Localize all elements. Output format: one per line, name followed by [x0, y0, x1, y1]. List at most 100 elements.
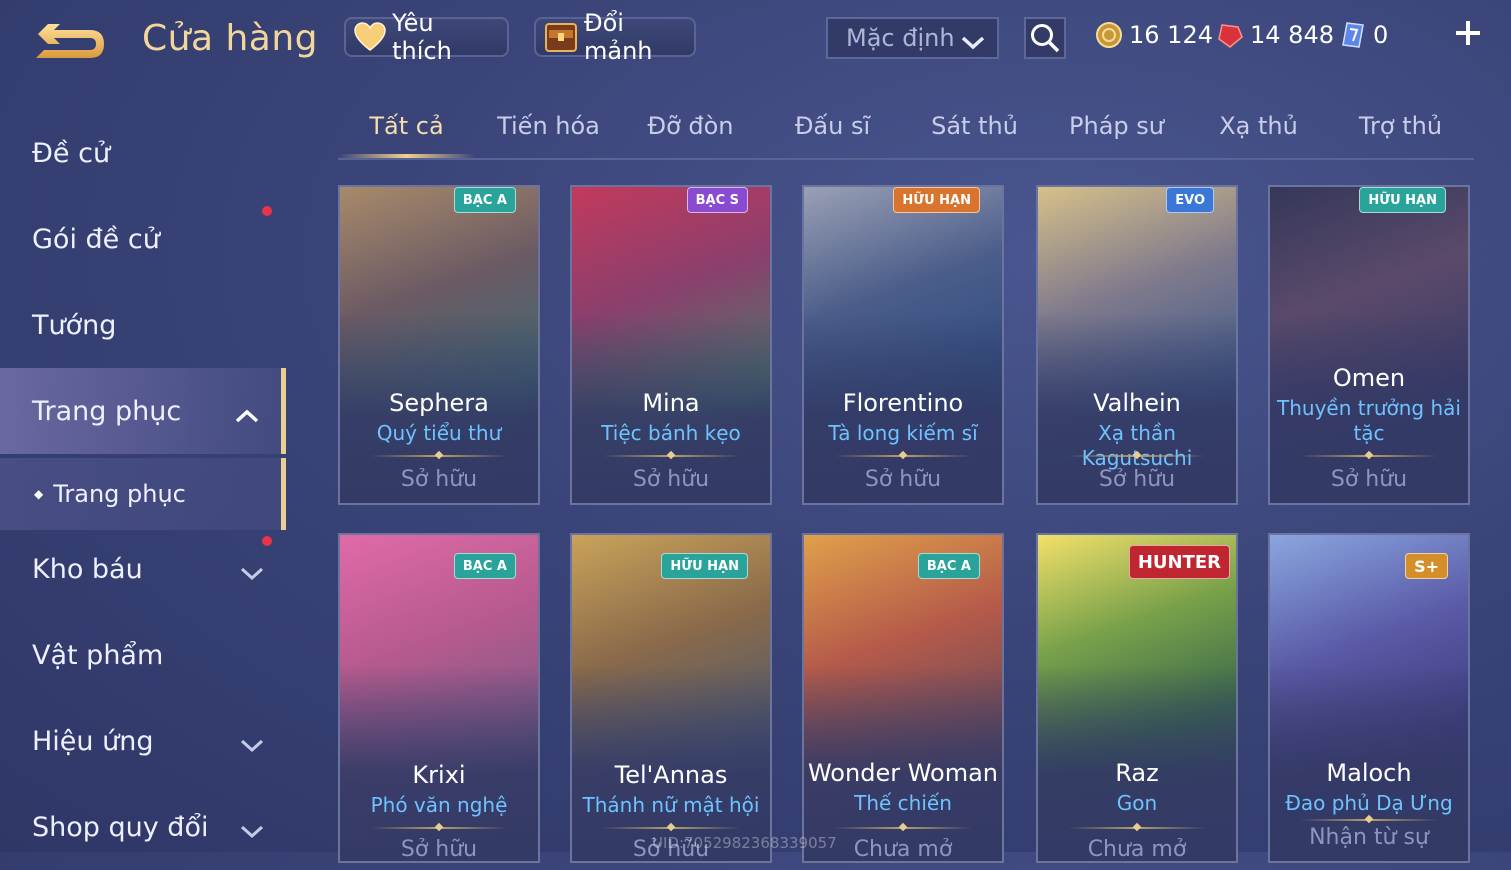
skin-name: Xạ thần Kagutsuchi [1082, 421, 1193, 470]
back-button[interactable] [30, 20, 110, 66]
crystal-icon [1342, 22, 1364, 48]
sidebar-item-label: Kho báu [32, 553, 143, 585]
tab-all[interactable]: Tất cả [338, 112, 475, 140]
search-icon [1031, 24, 1060, 53]
card-divider [1300, 819, 1438, 821]
rank-badge: S+ [1405, 553, 1448, 579]
active-tab-indicator [338, 154, 475, 158]
card-divider [1068, 827, 1206, 829]
hero-name: Valhein [1093, 389, 1181, 417]
sidebar: Đề cử Gói đề cử Tướng Trang phục ◆ Trang… [0, 110, 286, 852]
ownership-status: Chưa mở [1087, 837, 1187, 862]
ownership-status: Nhận từ sự [1309, 825, 1429, 850]
uid-watermark: UID:7052982368339057 [652, 834, 837, 852]
sidebar-item-label: Đề cử [32, 137, 111, 169]
sidebar-item-treasure[interactable]: Kho báu [0, 526, 286, 612]
heart-icon [354, 20, 386, 54]
skin-card[interactable]: BẠC S Mina Tiệc bánh kẹo Sở hữu [570, 185, 772, 505]
role-tabs: Tất cả Tiến hóa Đỡ đòn Đấu sĩ Sát thủ Ph… [338, 100, 1474, 160]
ownership-status: Sở hữu [400, 837, 478, 862]
chevron-down-icon [961, 29, 985, 57]
skin-card[interactable]: HỮU HẠN Florentino Tà long kiếm sĩ Sở hữ… [802, 185, 1004, 505]
sidebar-subitem-skins[interactable]: ◆ Trang phục [0, 458, 286, 530]
sidebar-item-recommended[interactable]: Đề cử [0, 110, 286, 196]
notification-dot [262, 536, 272, 546]
chevron-up-icon [235, 400, 259, 431]
tab-evolution[interactable]: Tiến hóa [480, 112, 617, 140]
skin-card[interactable]: EVO Valhein Xạ thần Kagutsuchi Sở hữu [1036, 185, 1238, 505]
ruby-amount: 14 848 [1250, 21, 1334, 49]
tab-mage[interactable]: Pháp sư [1048, 112, 1185, 140]
card-divider [370, 827, 508, 829]
favorites-label: Yêu thích [392, 9, 452, 65]
card-divider [602, 827, 740, 829]
rank-badge: HỮU HẠN [893, 187, 980, 213]
add-currency-button[interactable] [1452, 18, 1484, 52]
hero-name: Omen [1332, 364, 1406, 392]
tab-assassin[interactable]: Sát thủ [906, 112, 1043, 140]
card-divider [370, 455, 508, 457]
favorites-button[interactable]: Yêu thích [344, 9, 509, 65]
sidebar-item-skins[interactable]: Trang phục [0, 368, 286, 454]
sidebar-item-label: Hiệu ứng [32, 725, 154, 757]
tab-support[interactable]: Trợ thủ [1332, 112, 1469, 140]
sidebar-item-heroes[interactable]: Tướng [0, 282, 286, 368]
chevron-down-icon [240, 558, 264, 589]
rank-badge: BẠC S [686, 187, 748, 213]
sort-dropdown[interactable]: Mặc định [826, 17, 999, 59]
tab-fighter[interactable]: Đấu sĩ [764, 112, 901, 140]
sidebar-item-items[interactable]: Vật phẩm [0, 612, 286, 698]
ruby-currency: 14 848 [1216, 18, 1334, 52]
crystal-currency: 0 [1339, 18, 1388, 52]
back-arrow-icon [36, 24, 104, 58]
ownership-status: Sở hữu [1098, 467, 1176, 492]
skin-card[interactable]: HỮU HẠN Tel'Annas Thánh nữ mật hội Sở hữ… [570, 533, 772, 863]
skin-card[interactable]: BẠC A Wonder Woman Thế chiến Chưa mở [802, 533, 1004, 863]
chevron-down-icon [240, 730, 264, 761]
skin-name: Gon [1116, 791, 1158, 815]
exchange-label: Đổi mảnh [584, 9, 653, 65]
skin-name: Phó văn nghệ [370, 793, 508, 817]
page-title: Cửa hàng [142, 18, 319, 59]
card-divider [602, 455, 740, 457]
hero-name: Krixi [412, 761, 466, 789]
skin-card[interactable]: BẠC A Krixi Phó văn nghệ Sở hữu [338, 533, 540, 863]
rank-badge: HỮU HẠN [1359, 187, 1446, 213]
gold-amount: 16 124 [1129, 21, 1213, 49]
rank-badge: EVO [1166, 187, 1214, 213]
chevron-down-icon [240, 816, 264, 847]
hero-name: Wonder Woman [807, 759, 999, 787]
sidebar-item-recommended-packs[interactable]: Gói đề cử [0, 196, 286, 282]
gold-coin-icon [1096, 22, 1122, 48]
hunter-logo-badge: HUNTER [1128, 545, 1230, 579]
top-bar: Cửa hàng Yêu thích Đổi mảnh Mặc định 16 … [0, 0, 1511, 80]
tab-marksman[interactable]: Xạ thủ [1190, 112, 1327, 140]
sidebar-item-label: Shop quy đổi [32, 811, 209, 843]
crystal-amount: 0 [1373, 21, 1389, 49]
skin-name: Đao phủ Dạ Ưng [1285, 791, 1453, 815]
tab-tank[interactable]: Đỡ đòn [622, 112, 759, 140]
exchange-shards-button[interactable]: Đổi mảnh [534, 9, 696, 65]
skin-name: Thế chiến [854, 791, 952, 815]
skin-card[interactable]: HUNTER Raz Gon Chưa mở [1036, 533, 1238, 863]
ownership-status: Sở hữu [400, 467, 478, 492]
skin-card[interactable]: HỮU HẠN Omen Thuyền trưởng hải tặc Sở hữ… [1268, 185, 1470, 505]
skin-name: Thuyền trưởng hải tặc [1277, 396, 1461, 445]
sidebar-item-effects[interactable]: Hiệu ứng [0, 698, 286, 784]
sidebar-item-label: Trang phục [32, 395, 182, 427]
sort-value: Mặc định [846, 24, 955, 52]
skin-name: Thánh nữ mật hội [582, 793, 760, 817]
sidebar-item-label: Vật phẩm [32, 639, 164, 671]
sidebar-item-exchange-shop[interactable]: Shop quy đổi [0, 784, 286, 870]
rank-badge: BẠC A [453, 553, 516, 579]
ownership-status: Sở hữu [1330, 467, 1408, 492]
ruby-icon [1218, 24, 1243, 48]
card-divider [1300, 455, 1438, 457]
treasure-chest-icon [544, 20, 578, 54]
skin-card[interactable]: S+ Maloch Đao phủ Dạ Ưng Nhận từ sự [1268, 533, 1470, 863]
notification-dot [262, 206, 272, 216]
skin-card[interactable]: BẠC A Sephera Quý tiểu thư Sở hữu [338, 185, 540, 505]
rank-badge: HỮU HẠN [661, 553, 748, 579]
search-button[interactable] [1024, 17, 1066, 59]
sidebar-item-label: Gói đề cử [32, 223, 160, 255]
